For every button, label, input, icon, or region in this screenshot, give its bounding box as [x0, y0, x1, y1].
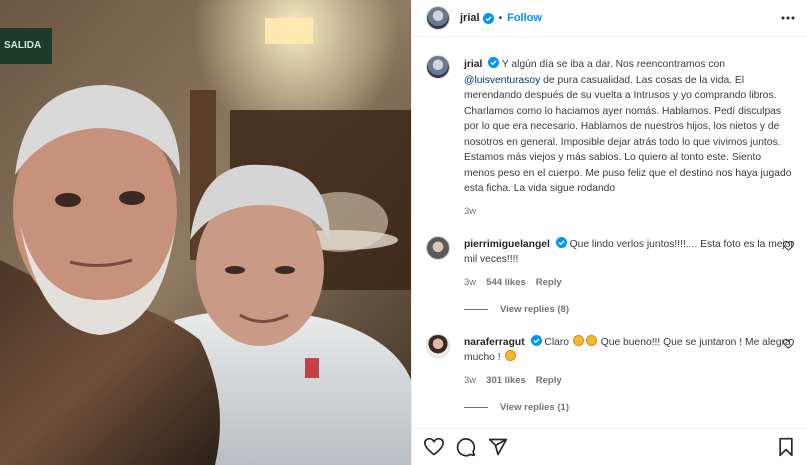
- post-photo[interactable]: SALIDA: [0, 0, 411, 465]
- verified-badge-icon: [555, 236, 567, 248]
- caption-username[interactable]: jrial: [464, 59, 482, 70]
- post-sidebar: jrial • Follow jrial Y algún día se iba …: [411, 0, 807, 465]
- comment-timestamp: 3w: [464, 276, 477, 288]
- caption-meta: 3w: [464, 206, 794, 217]
- verified-badge-icon: [482, 12, 494, 24]
- comment-text: pierrimiguelangel Que lindo verlos junto…: [464, 236, 794, 268]
- comment-timestamp: 3w: [464, 374, 477, 386]
- commenter-avatar[interactable]: [426, 235, 450, 260]
- view-replies-button[interactable]: View replies (1): [426, 402, 794, 413]
- view-replies-button[interactable]: View replies (8): [426, 304, 794, 315]
- post-header: jrial • Follow: [412, 0, 807, 37]
- author-username[interactable]: jrial: [460, 12, 480, 24]
- post-caption: jrial Y algún día se iba a dar. Nos reen…: [426, 38, 794, 217]
- clap-emoji-icon: [572, 334, 584, 346]
- share-icon[interactable]: [488, 437, 508, 457]
- author-avatar[interactable]: [426, 6, 450, 30]
- verified-badge-icon: [488, 57, 500, 68]
- heart-icon[interactable]: [783, 338, 794, 349]
- comment-meta: 3w 544 likes Reply: [464, 277, 794, 288]
- comment-meta: 3w 301 likes Reply: [464, 375, 794, 386]
- heart-icon[interactable]: [424, 437, 444, 457]
- comment-body-start: Claro: [544, 336, 572, 348]
- heart-icon[interactable]: [783, 240, 794, 251]
- caption-body-start: Y algún día se iba a dar. Nos reencontra…: [501, 59, 725, 70]
- caption-text: jrial Y algún día se iba a dar. Nos reen…: [464, 57, 794, 197]
- post-actions-bar: [412, 428, 807, 465]
- caption-timestamp: 3w: [464, 205, 477, 217]
- clap-emoji-icon: [585, 334, 597, 346]
- caption-avatar[interactable]: [426, 55, 450, 79]
- caption-body-rest: de pura casualidad. Las cosas de la vida…: [464, 74, 792, 195]
- comment-item: pierrimiguelangel Que lindo verlos junto…: [426, 235, 794, 288]
- comment-text: naraferragut Claro Que bueno!!! Que se j…: [464, 334, 794, 366]
- verified-badge-icon: [530, 334, 542, 346]
- replies-divider: [464, 406, 488, 408]
- reply-button[interactable]: Reply: [536, 277, 562, 288]
- exit-sign-text: SALIDA: [4, 40, 41, 51]
- reply-button[interactable]: Reply: [536, 375, 562, 386]
- replies-divider: [464, 308, 488, 310]
- comment-likes-link[interactable]: 544 likes: [486, 277, 526, 288]
- hugging-emoji-icon: [504, 350, 516, 361]
- comments-panel[interactable]: jrial Y algún día se iba a dar. Nos reen…: [412, 38, 807, 428]
- more-horizontal-icon[interactable]: [780, 11, 796, 25]
- comment-item: naraferragut Claro Que bueno!!! Que se j…: [426, 333, 794, 386]
- instagram-post-frame: SALIDA jrial • Follow jrial Y algún día …: [0, 0, 807, 465]
- view-replies-label: View replies (1): [500, 401, 569, 413]
- commenter-username[interactable]: pierrimiguelangel: [464, 239, 550, 250]
- bookmark-icon[interactable]: [776, 437, 796, 457]
- separator-dot: •: [498, 12, 503, 24]
- commenter-username[interactable]: naraferragut: [464, 337, 525, 348]
- comment-icon[interactable]: [456, 437, 476, 457]
- caption-mention-link[interactable]: @luisventurasoy: [464, 75, 540, 86]
- view-replies-label: View replies (8): [500, 303, 569, 315]
- commenter-avatar[interactable]: [426, 333, 450, 358]
- comment-likes-link[interactable]: 301 likes: [486, 375, 526, 386]
- selfie-illustration: SALIDA: [0, 0, 411, 465]
- follow-button[interactable]: Follow: [507, 12, 542, 24]
